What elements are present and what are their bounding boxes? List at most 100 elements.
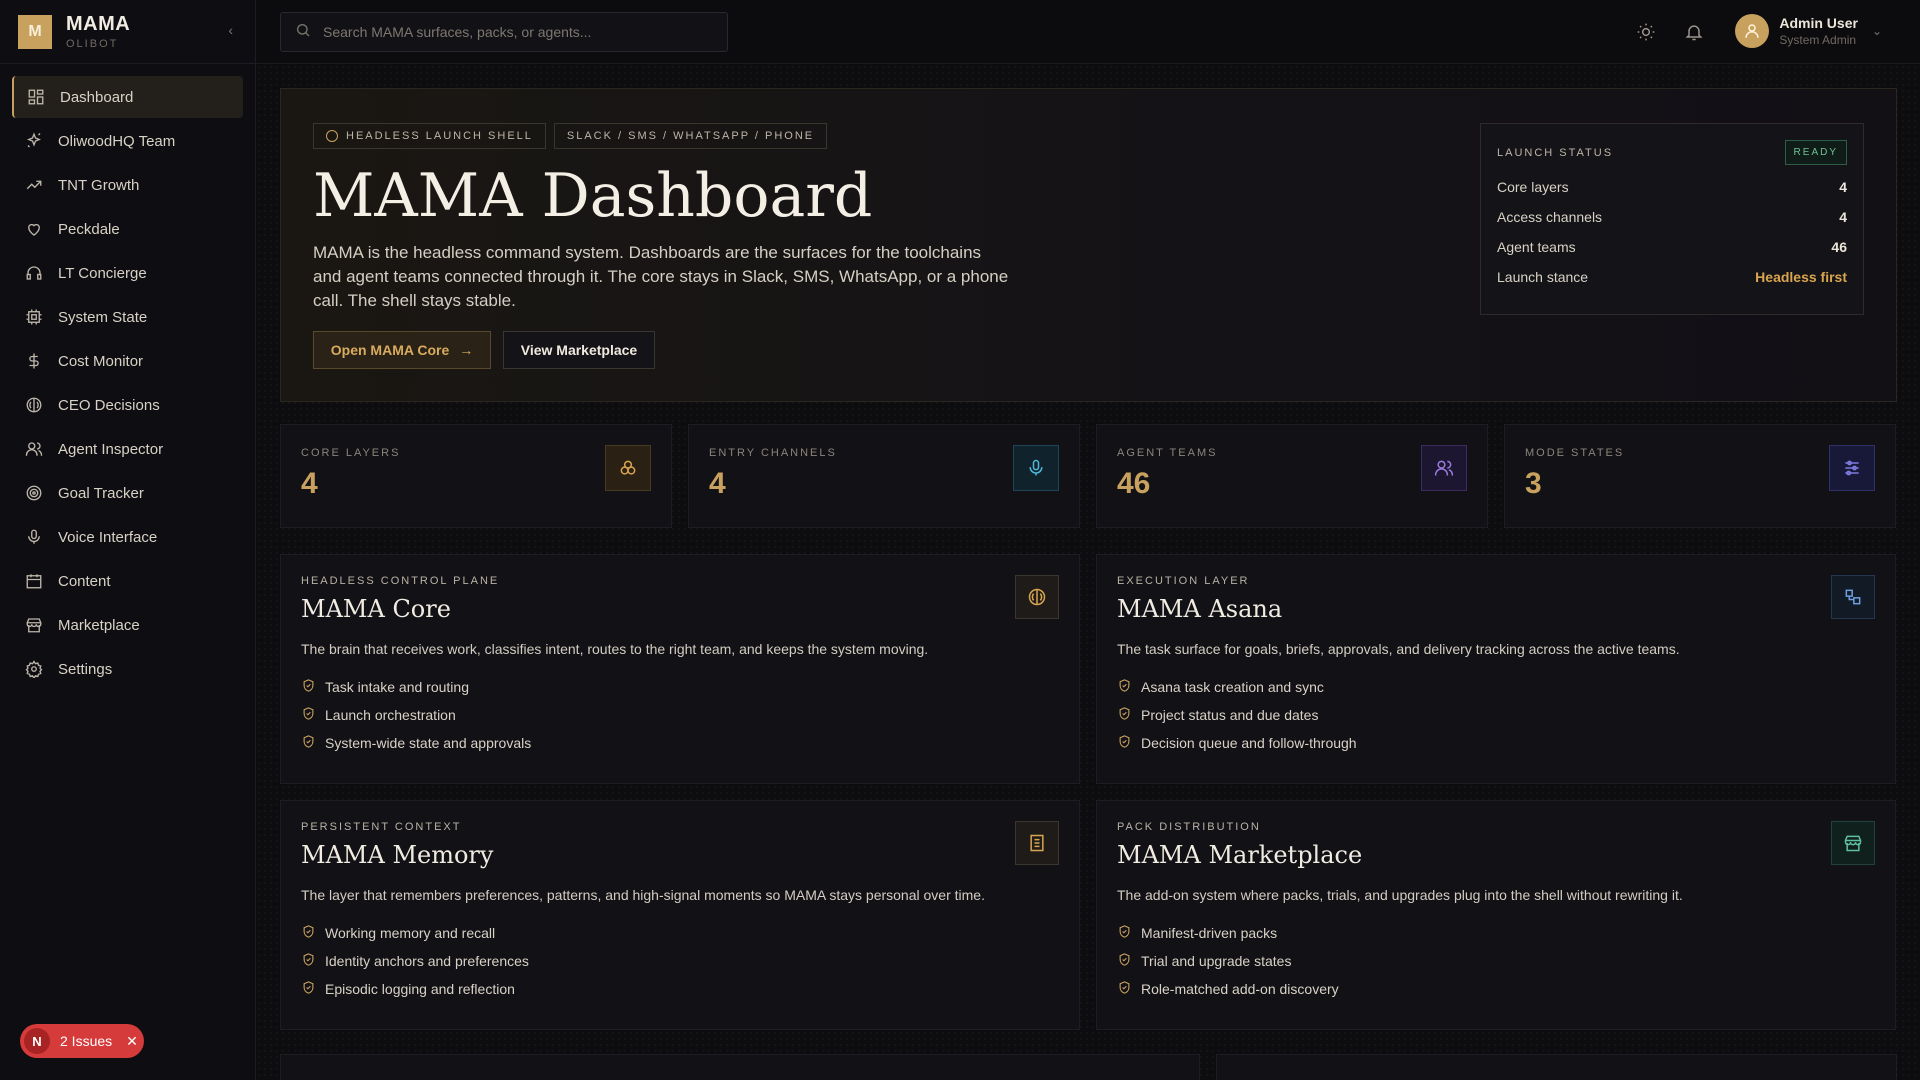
bell-icon[interactable] [1684,22,1704,42]
stat-label: ENTRY CHANNELS [709,447,837,459]
trending-up-icon [24,175,44,195]
theme-toggle-sun-icon[interactable] [1636,22,1656,42]
status-row-label: Agent teams [1497,239,1576,255]
brand-logo[interactable]: M [18,14,52,49]
launch-status-header: LAUNCH STATUS READY [1497,140,1847,165]
view-marketplace-button[interactable]: View Marketplace [503,331,655,369]
brand-subtitle: OLIBOT [66,38,119,50]
status-row-value: 4 [1839,179,1847,195]
card-mama-memory[interactable]: PERSISTENT CONTEXT MAMA Memory The layer… [280,800,1080,1030]
list-item-label: Working memory and recall [325,925,496,941]
chip-label: HEADLESS LAUNCH SHELL [346,130,533,142]
list-item-label: Manifest-driven packs [1141,925,1278,941]
list-item: Task intake and routing [301,673,1059,701]
clock-icon [326,130,338,142]
stat-card-entry-channels[interactable]: ENTRY CHANNELS 4 [688,424,1080,528]
list-item: Episodic logging and reflection [301,975,1059,1003]
user-role: System Admin [1779,33,1857,47]
sidebar-item-voice-interface[interactable]: Voice Interface [12,516,243,558]
list-item-label: System-wide state and approvals [325,735,532,751]
sidebar-item-label: Agent Inspector [58,440,164,458]
card-kicker: PERSISTENT CONTEXT [301,821,462,833]
button-label: Open MAMA Core [330,342,450,358]
headphones-icon [24,263,44,283]
sidebar-item-oliwoodhq-team[interactable]: OliwoodHQ Team [12,120,243,162]
sidebar-item-agent-inspector[interactable]: Agent Inspector [12,428,243,470]
open-mama-core-button[interactable]: Open MAMA Core → [313,331,491,369]
shield-check-icon [301,924,325,942]
sidebar-item-label: Peckdale [58,220,120,238]
arrow-right-icon: → [459,342,474,358]
sidebar-item-label: Goal Tracker [58,484,144,502]
stat-card-mode-states[interactable]: MODE STATES 3 [1504,424,1896,528]
mic-icon [24,527,44,547]
list-item-label: Project status and due dates [1141,707,1319,723]
close-icon[interactable]: ✕ [126,1033,138,1050]
chevron-down-icon[interactable]: ⌄ [1872,24,1882,38]
shield-check-icon [301,678,325,696]
status-row-value: 4 [1839,209,1847,225]
sidebar-item-cost-monitor[interactable]: Cost Monitor [12,340,243,382]
sidebar-item-content[interactable]: Content [12,560,243,602]
search-box [280,12,728,52]
sidebar-item-lt-concierge[interactable]: LT Concierge [12,252,243,294]
dollar-icon [24,351,44,371]
target-icon [24,483,44,503]
list-item-label: Identity anchors and preferences [325,953,529,969]
shield-check-icon [1117,734,1141,752]
list-item: Trial and upgrade states [1117,947,1875,975]
stat-label: CORE LAYERS [301,447,401,459]
layers-icon [605,445,651,491]
card-description: The brain that receives work, classifies… [301,641,929,657]
sidebar-item-label: CEO Decisions [58,396,160,414]
sidebar-item-dashboard[interactable]: Dashboard [12,76,243,118]
card-description: The task surface for goals, briefs, appr… [1117,641,1680,657]
collapse-sidebar-icon[interactable]: ‹ [228,22,233,38]
sidebar-item-label: Dashboard [60,88,134,106]
list-item-label: Asana task creation and sync [1141,679,1324,695]
users-icon [24,439,44,459]
card-description: The add-on system where packs, trials, a… [1117,887,1683,903]
store-icon [24,615,44,635]
sidebar-item-settings[interactable]: Settings [12,648,243,690]
sidebar-item-label: System State [58,308,148,326]
list-item: Identity anchors and preferences [301,947,1059,975]
sidebar-item-marketplace[interactable]: Marketplace [12,604,243,646]
list-item-label: Trial and upgrade states [1141,953,1292,969]
sidebar-item-goal-tracker[interactable]: Goal Tracker [12,472,243,514]
stat-value: 3 [1525,467,1542,500]
list-item: Launch orchestration [301,701,1059,729]
status-badge: READY [1784,140,1847,165]
sidebar-item-system-state[interactable]: System State [12,296,243,338]
card-mama-marketplace[interactable]: PACK DISTRIBUTION MAMA Marketplace The a… [1096,800,1896,1030]
card-title: MAMA Asana [1117,595,1283,623]
cpu-icon [24,307,44,327]
launch-status-card: LAUNCH STATUS READY Core layers 4 Access… [1480,123,1864,315]
card-mama-core[interactable]: HEADLESS CONTROL PLANE MAMA Core The bra… [280,554,1080,784]
card-feature-list: Asana task creation and sync Project sta… [1117,673,1875,757]
sidebar-item-ceo-decisions[interactable]: CEO Decisions [12,384,243,426]
issues-label: 2 Issues [60,1033,113,1049]
sidebar-item-label: Voice Interface [58,528,158,546]
brain-icon [24,395,44,415]
card-kicker: PACK DISTRIBUTION [1117,821,1261,833]
hero-panel: HEADLESS LAUNCH SHELL SLACK / SMS / WHAT… [280,88,1897,402]
list-item-label: Launch orchestration [325,707,456,723]
list-item: Working memory and recall [301,919,1059,947]
stat-label: MODE STATES [1525,447,1625,459]
user-name: Admin User [1779,15,1858,31]
shield-check-icon [1117,678,1141,696]
shield-check-icon [1117,952,1141,970]
page-title: MAMA Dashboard [313,161,873,231]
search-input[interactable] [323,24,703,40]
sidebar-item-peckdale[interactable]: Peckdale [12,208,243,250]
stat-card-core-layers[interactable]: CORE LAYERS 4 [280,424,672,528]
list-item-label: Role-matched add-on discovery [1141,981,1339,997]
module-cards: HEADLESS CONTROL PLANE MAMA Core The bra… [280,554,1896,1030]
button-label: View Marketplace [520,342,638,358]
card-mama-asana[interactable]: EXECUTION LAYER MAMA Asana The task surf… [1096,554,1896,784]
sidebar-item-tnt-growth[interactable]: TNT Growth [12,164,243,206]
issues-badge[interactable]: N 2 Issues ✕ [20,1024,144,1058]
user-menu[interactable]: Admin User System Admin ⌄ [1735,14,1882,48]
stat-card-agent-teams[interactable]: AGENT TEAMS 46 [1096,424,1488,528]
